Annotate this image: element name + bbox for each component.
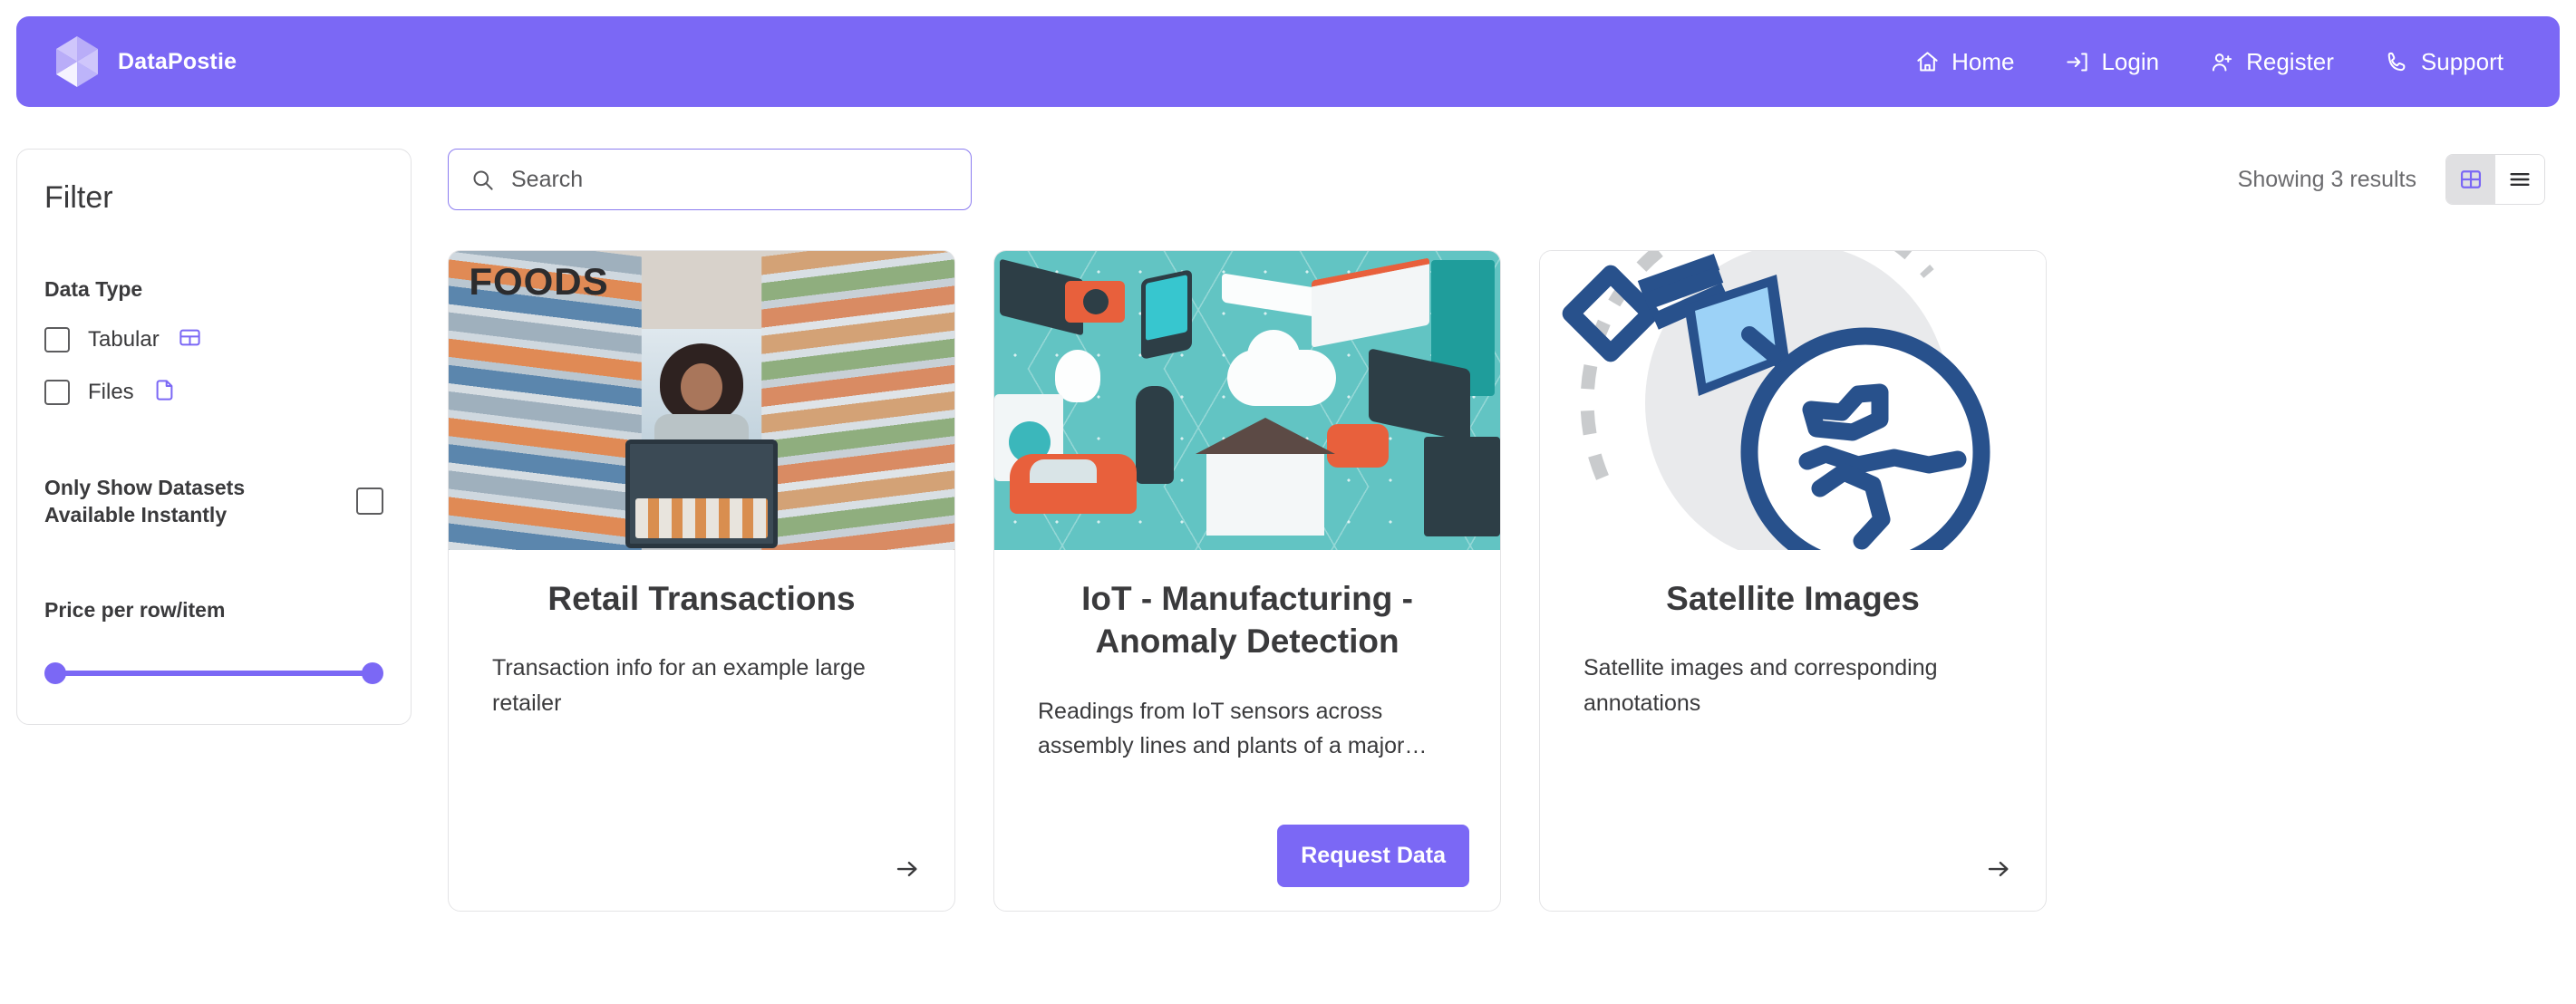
filter-option-files[interactable]: Files	[44, 378, 383, 407]
main-nav: Home Login Register Support	[1915, 48, 2529, 76]
brand-name: DataPostie	[118, 48, 237, 74]
files-label: Files	[88, 380, 134, 404]
slider-track	[55, 670, 373, 676]
nav-item-login[interactable]: Login	[2065, 48, 2159, 76]
user-plus-icon	[2210, 50, 2234, 74]
nav-item-label: Register	[2246, 47, 2334, 75]
dataset-card[interactable]: Satellite Images Satellite images and co…	[1539, 250, 2047, 912]
filter-panel: Filter Data Type Tabular Files Only Show…	[16, 149, 412, 725]
datapostie-logo-icon	[53, 34, 102, 89]
card-title: Satellite Images	[1666, 580, 1920, 617]
tabular-label: Tabular	[88, 327, 160, 352]
card-description: Satellite images and corresponding annot…	[1583, 655, 1938, 717]
dataset-card[interactable]: FOODS Retail Transactions Transaction in…	[448, 250, 955, 912]
dataset-card-grid: FOODS Retail Transactions Transaction in…	[448, 250, 2560, 912]
page-body: Filter Data Type Tabular Files Only Show…	[0, 107, 2576, 912]
grid-view-button[interactable]	[2446, 155, 2495, 204]
card-footer: Request Data	[1277, 825, 1469, 887]
view-toggle-group	[2445, 154, 2545, 205]
nav-item-label: Home	[1951, 47, 2015, 75]
results-count: Showing 3 results	[2237, 166, 2416, 192]
list-view-icon	[2507, 167, 2532, 192]
grocery-store-photo: FOODS	[449, 251, 954, 550]
phone-icon	[2385, 50, 2409, 74]
card-description: Readings from IoT sensors across assembl…	[1038, 698, 1428, 759]
results-toolbar: Search Showing 3 results	[448, 149, 2560, 210]
card-footer	[1982, 855, 2015, 887]
card-description: Transaction info for an example large re…	[492, 655, 866, 717]
files-checkbox[interactable]	[44, 380, 70, 405]
search-input[interactable]: Search	[448, 149, 972, 210]
card-footer	[891, 855, 924, 887]
request-data-button[interactable]: Request Data	[1277, 825, 1469, 887]
grid-view-icon	[2458, 167, 2484, 192]
price-range-slider[interactable]	[44, 661, 383, 684]
login-arrow-icon	[2065, 50, 2089, 74]
slider-handle-max[interactable]	[362, 661, 383, 684]
search-placeholder: Search	[511, 166, 584, 192]
dataset-card[interactable]: IoT - Manufacturing - Anomaly Detection …	[993, 250, 1501, 912]
tabular-checkbox[interactable]	[44, 327, 70, 352]
nav-item-label: Login	[2101, 47, 2160, 75]
card-body: Retail Transactions Transaction info for…	[449, 550, 954, 911]
brand[interactable]: DataPostie	[53, 34, 237, 89]
app-header: DataPostie Home Login Register Support	[16, 16, 2560, 107]
iot-network-illustration	[994, 251, 1500, 550]
slider-handle-min[interactable]	[44, 661, 66, 684]
results-area: Search Showing 3 results FOODS Retail Tr…	[412, 149, 2560, 912]
satellite-globe-illustration	[1540, 251, 2046, 550]
data-type-label: Data Type	[44, 277, 143, 301]
filter-option-tabular[interactable]: Tabular	[44, 325, 383, 354]
arrow-right-icon[interactable]	[1982, 855, 2015, 887]
filter-panel-title: Filter	[44, 180, 113, 215]
nav-item-home[interactable]: Home	[1915, 48, 2014, 76]
price-label: Price per row/item	[44, 597, 226, 622]
search-icon	[470, 168, 495, 192]
table-grid-icon	[178, 325, 202, 354]
instant-label: Only Show Datasets Available Instantly	[44, 476, 246, 527]
results-controls: Showing 3 results	[2238, 154, 2545, 205]
nav-item-register[interactable]: Register	[2210, 48, 2334, 76]
nav-item-support[interactable]: Support	[2385, 48, 2503, 76]
nav-item-label: Support	[2420, 47, 2503, 75]
filter-option-instant[interactable]: Only Show Datasets Available Instantly	[44, 474, 383, 529]
card-title: IoT - Manufacturing - Anomaly Detection	[1081, 580, 1413, 661]
instant-checkbox[interactable]	[356, 488, 383, 516]
list-view-button[interactable]	[2495, 155, 2544, 204]
arrow-right-icon[interactable]	[891, 855, 924, 887]
card-title: Retail Transactions	[547, 580, 856, 617]
home-icon	[1915, 50, 1940, 74]
card-body: Satellite Images Satellite images and co…	[1540, 550, 2046, 911]
file-document-icon	[152, 378, 177, 407]
